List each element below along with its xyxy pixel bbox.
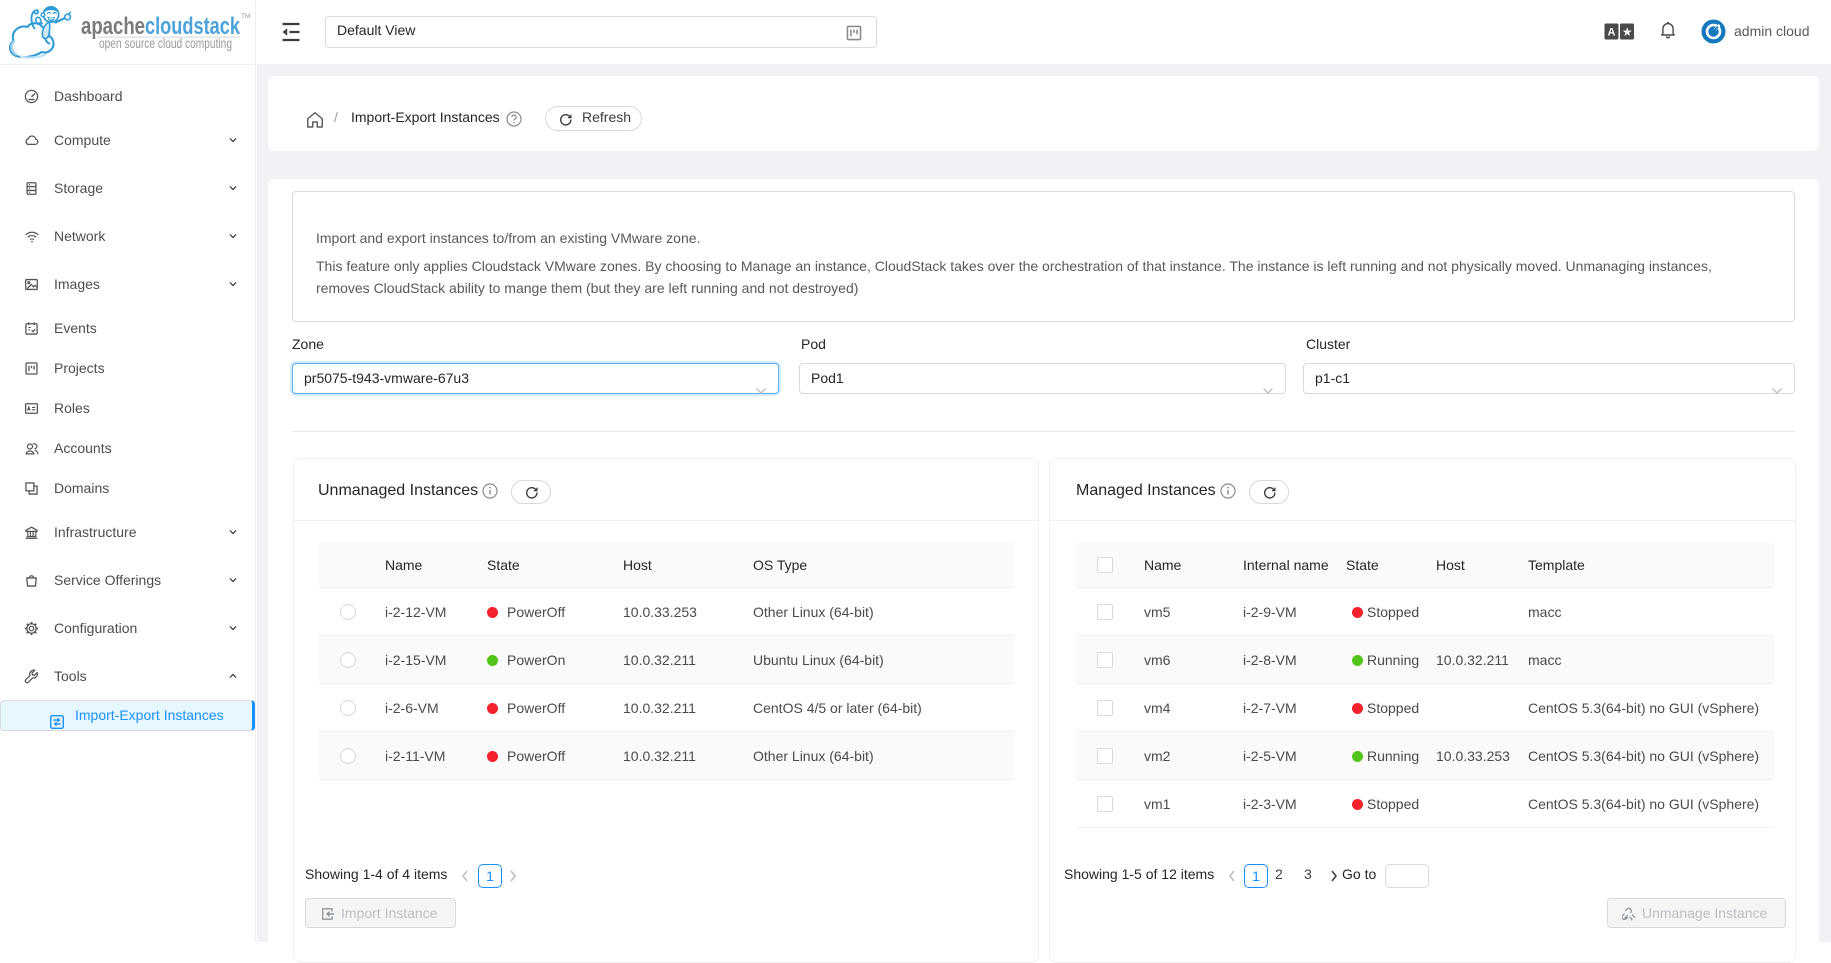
svg-text:★: ★ [1622, 25, 1633, 39]
svg-text:TM: TM [241, 13, 250, 20]
svg-text:open source cloud computing: open source cloud computing [99, 36, 232, 51]
svg-text:A: A [1608, 27, 1616, 39]
